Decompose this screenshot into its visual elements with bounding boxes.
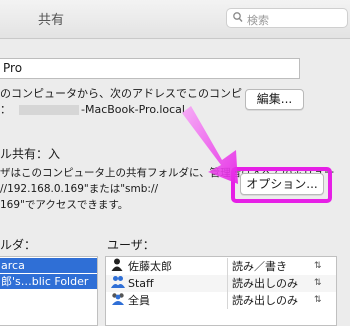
permission-select[interactable]: 読み出しのみ [232,292,298,309]
column-divider [227,292,228,309]
table-row[interactable]: 佐藤太郎 読み／書き ⇅ [106,258,336,275]
group-icon [111,275,125,293]
column-divider [227,258,228,275]
permission-select[interactable]: 読み出しのみ [232,275,298,292]
users-table[interactable]: 佐藤太郎 読み／書き ⇅ Staff 読み出しのみ ⇅ 全員 読み出しのみ ⇅ [105,256,337,326]
table-row[interactable]: 全員 読み出しのみ ⇅ [106,292,336,309]
users-label: ユーザ： [107,238,155,252]
folder-item[interactable]: arca [0,258,97,273]
user-icon [111,258,125,276]
permission-select[interactable]: 読み／書き [232,258,287,275]
chevron-up-down-icon[interactable]: ⇅ [314,275,322,292]
user-name: 佐藤太郎 [128,260,172,273]
table-row[interactable]: Staff 読み出しのみ ⇅ [106,275,336,292]
everyone-icon [111,292,125,310]
chevron-up-down-icon[interactable]: ⇅ [314,258,322,275]
column-divider [227,275,228,292]
shared-folders-list[interactable]: arca 郎's…blic Folder [0,256,98,326]
user-name: Staff [128,277,154,290]
user-name: 全員 [128,294,150,307]
chevron-up-down-icon[interactable]: ⇅ [314,292,322,309]
shared-folders-label: ルダ： [0,238,37,252]
folder-item[interactable]: 郎's…blic Folder [0,274,97,289]
